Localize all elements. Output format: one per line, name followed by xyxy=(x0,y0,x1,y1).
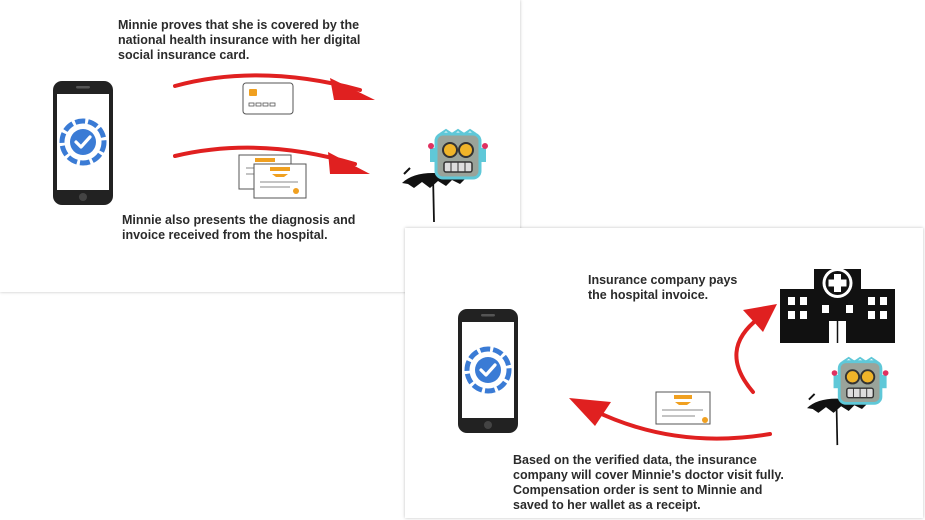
payment-caption: Insurance company pays the hospital invo… xyxy=(588,273,737,303)
caption-line: Insurance company pays xyxy=(588,273,738,287)
hospital-building-icon xyxy=(780,268,895,343)
smartphone-icon xyxy=(53,81,113,205)
card-proof-caption: Minnie proves that she is covered by the… xyxy=(118,18,360,63)
caption-line: national health insurance with her digit… xyxy=(118,33,361,47)
smartphone-icon xyxy=(458,309,518,433)
step-two-panel: Insurance company pays the hospital invo… xyxy=(405,228,923,518)
robot-with-umbrella-icon xyxy=(402,128,488,223)
insurance-card-icon xyxy=(242,82,294,115)
caption-line: invoice received from the hospital. xyxy=(122,228,328,242)
caption-line: company will cover Minnie's doctor visit… xyxy=(513,468,784,482)
caption-line: Minnie also presents the diagnosis and xyxy=(122,213,356,227)
robot-with-umbrella-icon xyxy=(807,356,889,446)
caption-line: Based on the verified data, the insuranc… xyxy=(513,453,757,467)
compensation-caption: Based on the verified data, the insuranc… xyxy=(513,453,784,513)
caption-line: the hospital invoice. xyxy=(588,288,709,302)
caption-line: Compensation order is sent to Minnie and xyxy=(513,483,763,497)
caption-line: social insurance card. xyxy=(118,48,250,62)
caption-line: saved to her wallet as a receipt. xyxy=(513,498,701,512)
arrow-to-phone-icon xyxy=(569,398,772,441)
documents-caption: Minnie also presents the diagnosis and i… xyxy=(122,213,355,243)
arrow-to-hospital-icon xyxy=(734,304,777,394)
diagnosis-and-invoice-documents-icon xyxy=(238,154,307,199)
caption-line: Minnie proves that she is covered by the xyxy=(118,18,360,32)
